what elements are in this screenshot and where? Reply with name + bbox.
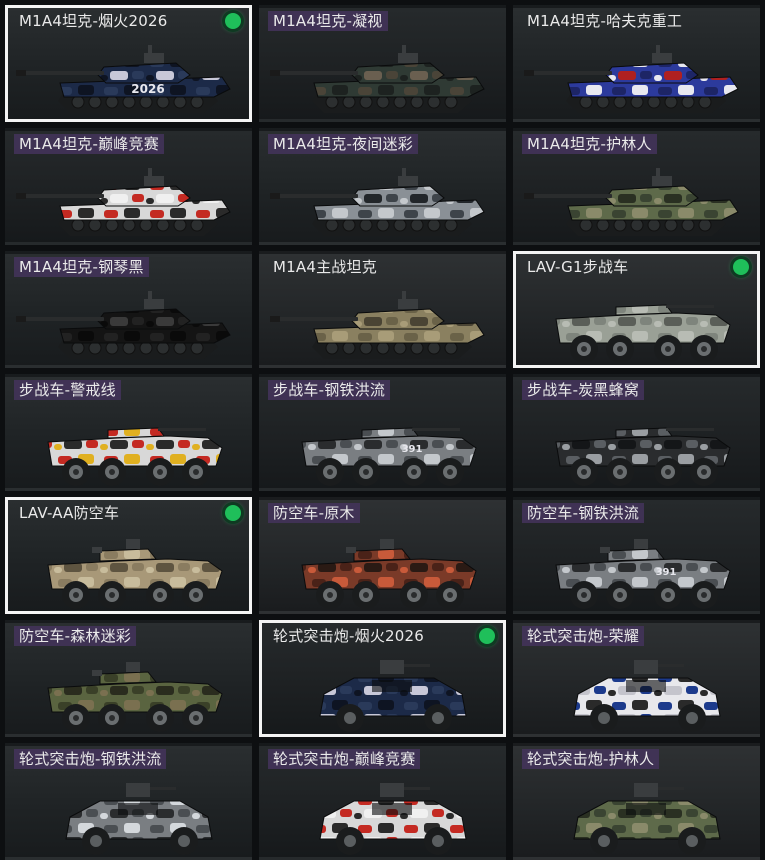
skin-name: 轮式突击炮-巅峰竞赛 bbox=[268, 749, 421, 769]
skin-name: 防空车-原木 bbox=[268, 503, 360, 523]
skin-name: 步战车-警戒线 bbox=[14, 380, 121, 400]
skin-card[interactable]: LAV-AA防空车 bbox=[5, 497, 252, 614]
skin-card[interactable]: M1A4坦克-钢琴黑 bbox=[5, 251, 252, 368]
skin-name: 防空车-钢铁洪流 bbox=[522, 503, 645, 523]
tank-image: 2026 bbox=[16, 45, 231, 113]
skin-card[interactable]: 391 防空车-钢铁洪流 bbox=[513, 497, 760, 614]
skin-card[interactable]: 步战车-警戒线 bbox=[5, 374, 252, 491]
skin-name: M1A4坦克-夜间迷彩 bbox=[268, 134, 418, 154]
armored-vehicle-image: 391 bbox=[301, 427, 477, 486]
armored-vehicle-image bbox=[555, 427, 731, 486]
skin-card[interactable]: LAV-G1步战车 bbox=[513, 251, 760, 368]
skin-card[interactable]: M1A4坦克-巅峰竞赛 bbox=[5, 128, 252, 245]
skin-name: 轮式突击炮-护林人 bbox=[522, 749, 660, 769]
equipped-indicator-icon bbox=[225, 13, 241, 29]
skin-name: 轮式突击炮-烟火2026 bbox=[273, 627, 424, 645]
skin-name: 步战车-炭黑蜂窝 bbox=[522, 380, 645, 400]
decal-text: 391 bbox=[656, 567, 677, 578]
skin-name: M1A4坦克-钢琴黑 bbox=[14, 257, 149, 277]
decal-text: 2026 bbox=[131, 82, 164, 96]
skin-name: LAV-G1步战车 bbox=[527, 258, 629, 276]
skin-card[interactable]: 轮式突击炮-护林人 bbox=[513, 743, 760, 860]
armored-car-image bbox=[65, 783, 213, 855]
skin-name: 步战车-钢铁洪流 bbox=[268, 380, 391, 400]
skin-card[interactable]: M1A4坦克-哈夫克重工 bbox=[513, 5, 760, 122]
skin-card[interactable]: 防空车-原木 bbox=[259, 497, 506, 614]
skin-name: M1A4坦克-凝视 bbox=[268, 11, 388, 31]
tank-image bbox=[270, 168, 485, 236]
skin-card[interactable]: 轮式突击炮-巅峰竞赛 bbox=[259, 743, 506, 860]
skin-card[interactable]: 2026 M1A4坦克-烟火2026 bbox=[5, 5, 252, 122]
skin-name: M1A4坦克-哈夫克重工 bbox=[527, 12, 683, 30]
skin-card[interactable]: M1A4坦克-护林人 bbox=[513, 128, 760, 245]
tank-image bbox=[524, 168, 739, 236]
skin-card[interactable]: M1A4坦克-凝视 bbox=[259, 5, 506, 122]
skin-card[interactable]: M1A4主战坦克 bbox=[259, 251, 506, 368]
armored-vehicle-image: 391 bbox=[555, 539, 731, 609]
skin-name: M1A4坦克-护林人 bbox=[522, 134, 657, 154]
armored-vehicle-image bbox=[301, 539, 477, 609]
armored-car-image bbox=[319, 660, 467, 732]
tank-image bbox=[16, 291, 231, 359]
skin-name: LAV-AA防空车 bbox=[19, 504, 120, 522]
armored-vehicle-image bbox=[47, 427, 223, 486]
skin-card[interactable]: 轮式突击炮-荣耀 bbox=[513, 620, 760, 737]
armored-vehicle-image bbox=[47, 539, 223, 609]
skin-card[interactable]: 391 步战车-钢铁洪流 bbox=[259, 374, 506, 491]
skin-name: M1A4坦克-巅峰竞赛 bbox=[14, 134, 164, 154]
tank-image bbox=[270, 45, 485, 113]
skin-card[interactable]: 轮式突击炮-烟火2026 bbox=[259, 620, 506, 737]
armored-car-image bbox=[573, 783, 721, 855]
skin-name: M1A4坦克-烟火2026 bbox=[19, 12, 168, 30]
equipped-indicator-icon bbox=[479, 628, 495, 644]
equipped-indicator-icon bbox=[225, 505, 241, 521]
skin-card[interactable]: 步战车-炭黑蜂窝 bbox=[513, 374, 760, 491]
tank-image bbox=[16, 168, 231, 236]
armored-car-image bbox=[573, 660, 721, 732]
skin-card[interactable]: 防空车-森林迷彩 bbox=[5, 620, 252, 737]
armored-vehicle-image bbox=[47, 662, 223, 732]
decal-text: 391 bbox=[402, 444, 423, 455]
tank-image bbox=[524, 45, 739, 113]
skin-card[interactable]: 轮式突击炮-钢铁洪流 bbox=[5, 743, 252, 860]
equipped-indicator-icon bbox=[733, 259, 749, 275]
skin-name: 轮式突击炮-荣耀 bbox=[522, 626, 645, 646]
skin-name: 轮式突击炮-钢铁洪流 bbox=[14, 749, 167, 769]
tank-image bbox=[270, 291, 485, 359]
skin-name: M1A4主战坦克 bbox=[273, 258, 377, 276]
armored-vehicle-image bbox=[555, 304, 731, 363]
skin-name: 防空车-森林迷彩 bbox=[14, 626, 137, 646]
vehicle-skin-grid: 2026 M1A4坦克-烟火2026 M1A4坦克-凝视 M1A4坦克-哈夫克重工 M1… bbox=[5, 5, 760, 860]
armored-car-image bbox=[319, 783, 467, 855]
skin-card[interactable]: M1A4坦克-夜间迷彩 bbox=[259, 128, 506, 245]
